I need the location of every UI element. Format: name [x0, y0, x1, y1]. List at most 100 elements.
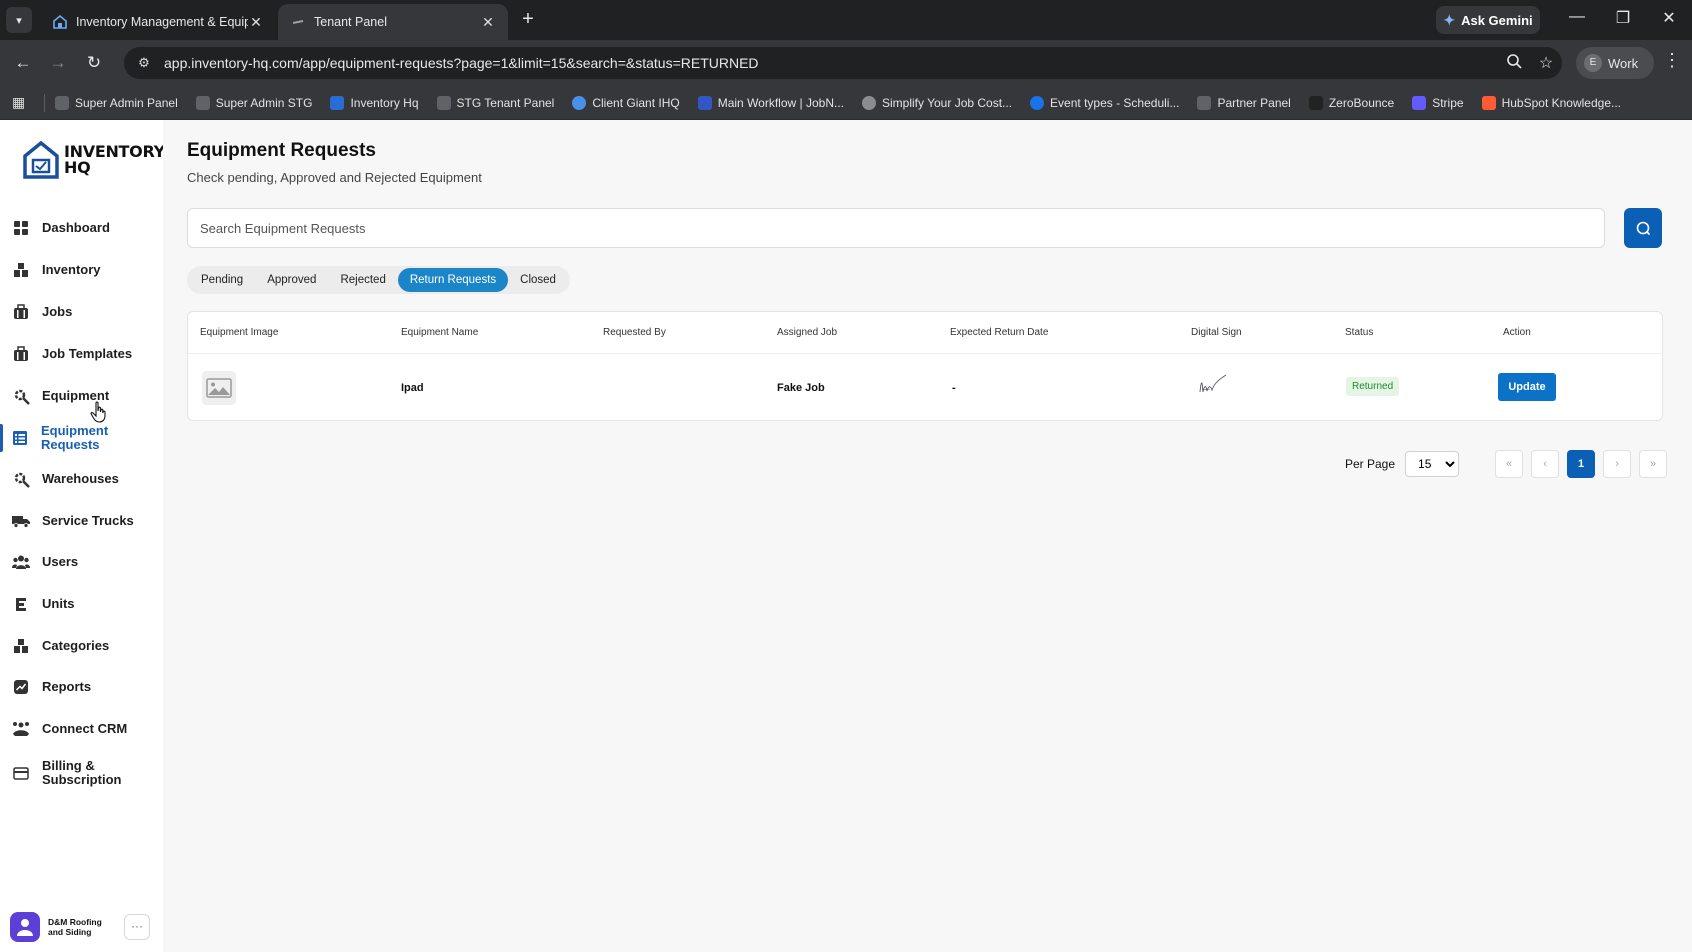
warehouse-logo-icon	[23, 140, 59, 179]
reload-icon[interactable]: ↻	[80, 50, 108, 78]
sidebar-item-service-trucks[interactable]: Service Trucks	[0, 503, 163, 539]
per-page-select[interactable]: 15	[1405, 451, 1460, 477]
bookmark-item[interactable]: ZeroBounce	[1308, 95, 1394, 110]
bookmark-item[interactable]: Partner Panel	[1197, 95, 1291, 110]
bookmark-favicon-icon	[1481, 95, 1496, 110]
warehouses-icon	[12, 470, 30, 488]
profile-button[interactable]: E Work	[1576, 47, 1654, 79]
pagination: Per Page 15 « ‹ 1 › »	[1345, 449, 1675, 479]
bookmarks-divider	[44, 93, 45, 112]
assigned-job-cell: Fake Job	[777, 382, 825, 394]
page-subtitle: Check pending, Approved and Rejected Equ…	[187, 170, 482, 185]
ask-gemini-button[interactable]: ✦ Ask Gemini	[1436, 6, 1540, 34]
tab-pending[interactable]: Pending	[189, 268, 255, 292]
current-page-button[interactable]: 1	[1567, 450, 1596, 478]
first-page-button[interactable]: «	[1495, 450, 1524, 478]
address-bar[interactable]: ⚙ app.inventory-hq.com/app/equipment-req…	[124, 47, 1562, 79]
inventory-hq-favicon-icon	[53, 14, 67, 29]
last-page-button[interactable]: »	[1639, 450, 1668, 478]
apps-grid-icon[interactable]: ▦	[12, 94, 30, 111]
image-placeholder-icon	[206, 378, 232, 398]
bookmark-favicon-icon	[330, 95, 345, 110]
browser-tab-inventory[interactable]: Inventory Management & Equipm ✕	[40, 4, 276, 40]
bookmark-item[interactable]: Super Admin STG	[195, 95, 312, 110]
sidebar-item-reports[interactable]: Reports	[0, 669, 163, 705]
bookmark-star-icon[interactable]: ☆	[1530, 53, 1562, 73]
bookmark-favicon-icon	[195, 95, 210, 110]
reports-icon	[12, 678, 30, 696]
column-header: Digital Sign	[1191, 327, 1242, 338]
sidebar-item-warehouses[interactable]: Warehouses	[0, 461, 163, 497]
bookmark-item[interactable]: Client Giant IHQ	[572, 95, 680, 110]
column-header: Equipment Image	[200, 327, 279, 338]
sidebar-item-billing[interactable]: Billing & Subscription	[0, 753, 163, 793]
account-switcher[interactable]: D&M Roofing and Siding ···	[10, 910, 153, 944]
bookmark-item[interactable]: Super Admin Panel	[55, 95, 178, 110]
bookmark-item[interactable]: Inventory Hq	[330, 95, 419, 110]
app-logo[interactable]: INVENTORY HQ	[22, 140, 165, 180]
browser-menu-icon[interactable]: ⋮	[1662, 50, 1682, 71]
table-row[interactable]: Ipad Fake Job - Returned Update	[188, 354, 1662, 421]
crm-icon	[12, 720, 30, 738]
bookmark-item[interactable]: Event types - Scheduli...	[1030, 95, 1179, 110]
site-info-icon[interactable]: ⚙	[128, 55, 160, 71]
search-button[interactable]	[1624, 208, 1662, 248]
bookmark-item[interactable]: Main Workflow | JobN...	[697, 95, 844, 110]
browser-tab-strip: ▾ Inventory Management & Equipm ✕ Tenant…	[0, 0, 1692, 40]
bookmark-favicon-icon	[1030, 95, 1045, 110]
bookmark-favicon-icon	[1197, 95, 1212, 110]
equipment-image-placeholder[interactable]	[202, 371, 236, 405]
equipment-icon	[12, 387, 30, 405]
close-tab-icon[interactable]: ✕	[248, 14, 264, 31]
column-header: Assigned Job	[777, 327, 838, 338]
sidebar-item-users[interactable]: Users	[0, 544, 163, 580]
prev-page-button[interactable]: ‹	[1531, 450, 1560, 478]
column-header: Action	[1503, 327, 1531, 338]
sidebar-item-job-templates[interactable]: Job Templates	[0, 336, 163, 372]
bookmark-favicon-icon	[55, 95, 69, 110]
bookmark-favicon-icon	[861, 95, 876, 110]
tab-approved[interactable]: Approved	[255, 268, 328, 292]
more-options-button[interactable]: ···	[124, 914, 150, 940]
new-tab-button[interactable]: +	[516, 8, 540, 32]
status-tabs: Pending Approved Rejected Return Request…	[187, 266, 570, 294]
next-page-button[interactable]: ›	[1603, 450, 1632, 478]
per-page-label: Per Page	[1345, 457, 1396, 471]
sidebar-item-equipment-requests[interactable]: Equipment Requests	[0, 420, 163, 456]
tab-rejected[interactable]: Rejected	[328, 268, 397, 292]
bookmark-item[interactable]: Simplify Your Job Cost...	[861, 95, 1012, 110]
sidebar-item-categories[interactable]: Categories	[0, 628, 163, 664]
bookmark-item[interactable]: Stripe	[1412, 95, 1464, 110]
restore-window-icon[interactable]: ❐	[1608, 8, 1638, 28]
account-avatar	[10, 912, 40, 942]
sidebar-item-inventory[interactable]: Inventory	[0, 252, 163, 288]
profile-avatar: E	[1584, 54, 1602, 72]
minimize-window-icon[interactable]: —	[1562, 8, 1592, 26]
close-tab-icon[interactable]: ✕	[480, 14, 496, 31]
units-icon	[12, 595, 30, 613]
sidebar-item-units[interactable]: Units	[0, 586, 163, 622]
requests-table: Equipment Image Equipment Name Requested…	[187, 311, 1663, 421]
sidebar-item-connect-crm[interactable]: Connect CRM	[0, 711, 163, 747]
close-window-icon[interactable]: ✕	[1654, 8, 1684, 28]
zoom-icon[interactable]	[1498, 53, 1530, 74]
inventory-icon	[12, 261, 30, 279]
bookmark-item[interactable]: HubSpot Knowledge...	[1481, 95, 1621, 110]
bookmark-item[interactable]: STG Tenant Panel	[436, 95, 554, 110]
tab-return-requests[interactable]: Return Requests	[397, 268, 509, 292]
sidebar-item-equipment[interactable]: Equipment	[0, 378, 163, 414]
url-text[interactable]: app.inventory-hq.com/app/equipment-reque…	[164, 55, 1498, 71]
column-header: Equipment Name	[401, 327, 479, 338]
bookmark-favicon-icon	[572, 95, 587, 110]
update-button[interactable]: Update	[1498, 373, 1556, 401]
back-icon[interactable]: ←	[9, 50, 37, 78]
sidebar-item-dashboard[interactable]: Dashboard	[0, 210, 163, 246]
search-input[interactable]	[187, 208, 1605, 248]
equipment-name-cell: Ipad	[401, 382, 424, 394]
forward-icon[interactable]: →	[44, 50, 72, 78]
tab-search-dropdown[interactable]: ▾	[6, 7, 32, 33]
tab-closed[interactable]: Closed	[508, 268, 568, 292]
page-title: Equipment Requests	[187, 140, 376, 161]
browser-tab-tenant-panel[interactable]: Tenant Panel ✕	[278, 4, 508, 40]
sidebar-item-jobs[interactable]: Jobs	[0, 294, 163, 330]
